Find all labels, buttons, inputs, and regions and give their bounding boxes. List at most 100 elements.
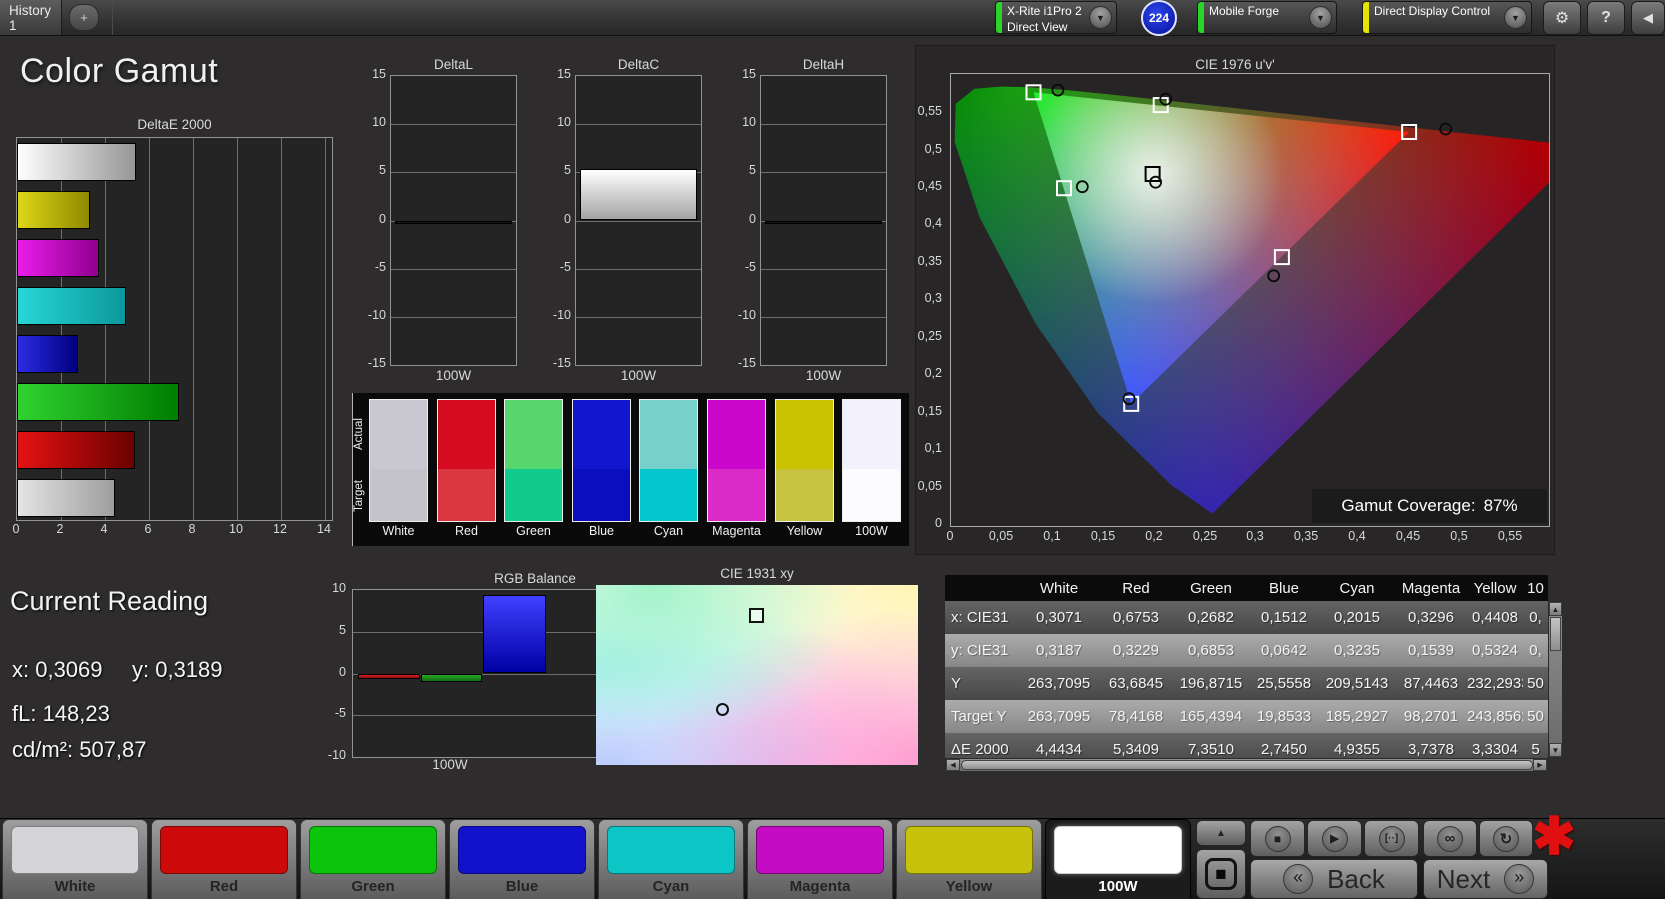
cie1976-chart-title: CIE 1976 u'v' xyxy=(1195,57,1275,72)
next-button[interactable]: Next » xyxy=(1423,859,1548,899)
swatch-label-magenta: Magenta xyxy=(712,524,761,538)
table-row-target-y: Target Y 263,7095 78,4168 165,4394 19,8533 18… xyxy=(945,700,1548,733)
refresh-button[interactable]: ↻ xyxy=(1479,820,1533,857)
pattern-button-blue[interactable]: Blue xyxy=(449,819,595,899)
deltac-chart-title: DeltaC xyxy=(617,57,660,72)
cie1976-y-tick: 0,15 xyxy=(917,404,942,418)
pattern-button-yellow[interactable]: Yellow xyxy=(896,819,1042,899)
continuous-read-button[interactable]: ∞ xyxy=(1423,820,1477,857)
deltae-gridline xyxy=(237,138,238,520)
table-horizontal-scrollbar[interactable]: ◀ ▶ xyxy=(945,758,1548,772)
add-tab-button[interactable]: + xyxy=(69,4,99,31)
current-reading-x: x: 0,3069 xyxy=(12,657,103,682)
deltae-bar-yellow xyxy=(17,191,90,229)
pattern-swatch-100w xyxy=(1054,826,1182,874)
pattern-button-label: White xyxy=(54,878,96,895)
gamut-coverage-readout: Gamut Coverage: 87% xyxy=(1312,489,1547,523)
cie1976-x-tick: 0,25 xyxy=(1192,529,1218,543)
table-cell: 63,6845 xyxy=(1108,675,1164,692)
deltaH-bar xyxy=(765,221,882,224)
rgb-balance-y-tick: 10 xyxy=(332,581,346,595)
scroll-left-arrow[interactable]: ◀ xyxy=(946,759,960,771)
stop-button[interactable]: ■ xyxy=(1250,820,1305,857)
deltae-bar-magenta xyxy=(17,239,99,277)
source-dropdown[interactable]: Mobile Forge ▼ xyxy=(1197,1,1337,34)
pattern-list-up-button[interactable]: ▲ xyxy=(1196,820,1246,846)
pattern-button-label: Yellow xyxy=(945,878,993,895)
table-cell: 263,7095 xyxy=(1027,675,1091,692)
table-cell: 0,3071 xyxy=(1036,609,1082,626)
table-cell: 0, xyxy=(1529,642,1542,659)
top-bar: History 1 + X-Rite i1Pro 2 Direct View ▼… xyxy=(0,0,1665,36)
pattern-button-magenta[interactable]: Magenta xyxy=(747,819,893,899)
table-cell: 0,5324 xyxy=(1472,642,1518,659)
calman-color-gamut-screen: History 1 + X-Rite i1Pro 2 Direct View ▼… xyxy=(0,0,1665,899)
cie1976-y-tick: 0,1 xyxy=(924,441,942,455)
scroll-down-arrow[interactable]: ▼ xyxy=(1549,743,1562,757)
table-cell: 87,4463 xyxy=(1403,675,1459,692)
table-cell: 0,3235 xyxy=(1334,642,1380,659)
table-cell: 5 xyxy=(1531,741,1540,758)
table-header-Red: Red xyxy=(1122,579,1150,597)
chevron-up-icon: ▲ xyxy=(1216,827,1226,839)
table-cell: 50 xyxy=(1527,675,1544,692)
deltaH-y-tick: -5 xyxy=(744,260,756,274)
pattern-button-green[interactable]: Green xyxy=(300,819,446,899)
table-cell: 243,8562 xyxy=(1467,708,1523,725)
table-row-label: Target Y xyxy=(951,708,1007,725)
current-reading-y: y: 0,3189 xyxy=(132,657,223,682)
read-range-button[interactable]: [··] xyxy=(1364,820,1419,857)
table-vertical-scrollbar[interactable]: ▲ ▼ xyxy=(1548,601,1563,758)
grid-line xyxy=(391,124,516,125)
gear-icon: ⚙ xyxy=(1554,10,1570,27)
pattern-button-red[interactable]: Red xyxy=(151,819,297,899)
cie1976-chart xyxy=(950,73,1550,527)
actual-row-label: Actual xyxy=(353,418,365,450)
rgb-balance-y-tick: 5 xyxy=(339,623,346,637)
scroll-right-arrow[interactable]: ▶ xyxy=(1533,759,1547,771)
help-button[interactable]: ? xyxy=(1587,1,1625,35)
deltaC-y-tick: 0 xyxy=(564,212,571,226)
chevron-left-icon: ◀ xyxy=(1643,10,1653,25)
table-header-Cyan: Cyan xyxy=(1339,579,1375,597)
deltaL-bar xyxy=(395,221,512,224)
table-header-White: White xyxy=(1039,579,1079,597)
meter-count-badge[interactable]: 224 xyxy=(1141,0,1177,36)
table-cell: 185,2927 xyxy=(1325,708,1389,725)
table-cell: 209,5143 xyxy=(1325,675,1389,692)
pattern-window-button[interactable]: ■ xyxy=(1196,849,1246,899)
tab-history-1[interactable]: History 1 xyxy=(0,0,62,35)
meter-dropdown[interactable]: X-Rite i1Pro 2 Direct View ▼ xyxy=(995,1,1117,34)
rgb-balance-y-tick: 0 xyxy=(339,665,346,679)
table-cell: 0,0642 xyxy=(1261,642,1307,659)
table-row--e-2000: ΔE 2000 4,4434 5,3409 7,3510 2,7450 4,9355 3,7… xyxy=(945,733,1548,758)
back-button[interactable]: « Back xyxy=(1250,859,1418,899)
pattern-button-label: Red xyxy=(209,878,239,895)
pattern-button-100w[interactable]: 100W xyxy=(1045,819,1191,899)
table-cell: 0,3187 xyxy=(1036,642,1082,659)
table-cell: 196,8715 xyxy=(1179,675,1243,692)
rgb-balance-x-label: 100W xyxy=(432,757,468,772)
pattern-button-cyan[interactable]: Cyan xyxy=(598,819,744,899)
pattern-button-white[interactable]: White xyxy=(2,819,148,899)
scroll-up-arrow[interactable]: ▲ xyxy=(1549,602,1562,616)
table-row-label: x: CIE31 xyxy=(951,609,1009,626)
display-control-dropdown[interactable]: Direct Display Control ▼ xyxy=(1362,1,1532,34)
deltae-bar-blue xyxy=(17,335,78,373)
scroll-thumb[interactable] xyxy=(1550,617,1561,651)
scroll-thumb[interactable] xyxy=(961,760,1533,770)
pattern-button-label: Cyan xyxy=(652,878,690,895)
play-button[interactable]: ▶ xyxy=(1307,820,1362,857)
range-bracket-icon: [··] xyxy=(1378,825,1405,852)
play-icon: ▶ xyxy=(1321,825,1348,852)
swatch-column-magenta xyxy=(707,399,766,522)
settings-button[interactable]: ⚙ xyxy=(1543,1,1581,35)
deltaL-y-tick: 10 xyxy=(372,115,386,129)
cie1976-x-tick: 0,5 xyxy=(1450,529,1468,543)
collapse-panel-button[interactable]: ◀ xyxy=(1631,1,1665,35)
deltac-x-label: 100W xyxy=(620,368,657,383)
cie1931-measured-marker xyxy=(715,703,729,717)
table-row-y: Y 263,7095 63,6845 196,8715 25,5558 209,5143 8… xyxy=(945,667,1548,700)
swatch-label-yellow: Yellow xyxy=(786,524,823,538)
tab-separator xyxy=(112,0,113,35)
